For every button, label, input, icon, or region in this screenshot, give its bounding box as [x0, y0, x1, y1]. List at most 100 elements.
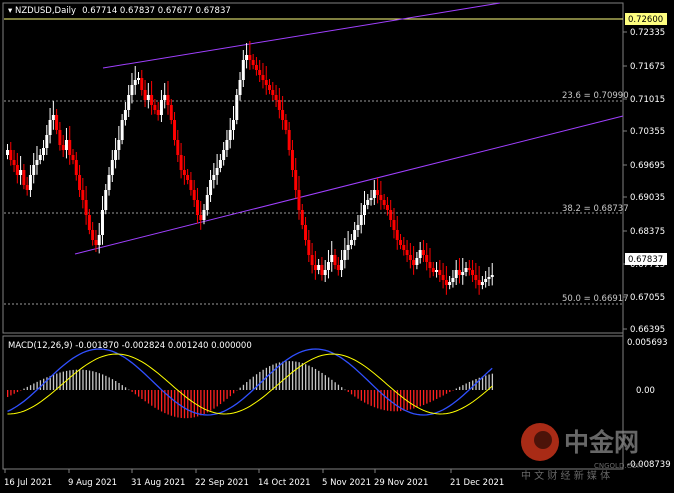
macd-bar: [442, 390, 444, 396]
macd-bar: [439, 390, 441, 398]
candle-body: [317, 265, 321, 270]
candle-body: [156, 110, 160, 115]
price-tick-label: 0.69695: [630, 161, 665, 171]
macd-bar: [403, 390, 405, 411]
macd-bar: [216, 390, 218, 407]
candle-body: [51, 115, 55, 120]
candle-body: [238, 80, 242, 95]
time-tick-label: 29 Nov 2021: [374, 478, 428, 488]
candle-body: [61, 145, 65, 150]
macd-bar: [272, 364, 274, 390]
macd-bar: [226, 390, 228, 399]
macd-bar: [62, 371, 64, 390]
macd-bar: [360, 390, 363, 401]
macd-bar: [354, 390, 356, 397]
candle-body: [418, 250, 422, 258]
candle-body: [372, 190, 376, 198]
candle-body: [104, 190, 108, 210]
macd-bar: [426, 390, 428, 404]
candle-body: [169, 105, 173, 120]
macd-bar: [337, 384, 340, 390]
ohlc-values: 0.67714 0.67837 0.67677 0.67837: [82, 6, 231, 16]
candle-body: [415, 258, 419, 265]
candle-body: [28, 175, 32, 190]
candle-body: [117, 140, 121, 150]
candle-body: [48, 120, 52, 135]
candle-body: [64, 140, 68, 150]
macd-bar: [269, 366, 271, 390]
macd-bar: [236, 390, 238, 391]
candle-body: [294, 170, 298, 190]
candle-body: [251, 60, 255, 65]
candle-body: [258, 70, 262, 75]
candle-body: [441, 275, 445, 280]
candle-body: [395, 230, 399, 240]
macd-bar: [416, 390, 418, 408]
macd-bar: [118, 382, 120, 390]
candle-body: [68, 140, 72, 155]
macd-bar: [429, 390, 431, 403]
candle-body: [241, 60, 245, 80]
macd-bar: [481, 376, 484, 390]
macd-bar: [203, 390, 205, 415]
channel-lower-line[interactable]: [74, 115, 624, 255]
candle-body: [490, 275, 494, 277]
candle-body: [173, 120, 177, 140]
symbol-timeframe: NZDUSD,Daily: [15, 6, 76, 16]
macd-bar: [79, 369, 81, 390]
hline-price-label: 0.72600: [628, 15, 663, 25]
candle-body: [146, 95, 150, 100]
candle-body: [366, 200, 370, 205]
macd-bar: [174, 390, 176, 417]
candle-body: [320, 265, 324, 275]
watermark-brand: 中金网: [564, 428, 639, 457]
candle-body: [215, 168, 219, 175]
time-tick-label: 14 Oct 2021: [258, 478, 311, 488]
candle-body: [438, 270, 442, 275]
candle-body: [330, 255, 334, 262]
candle-body: [448, 282, 452, 285]
candle-body: [340, 260, 344, 270]
macd-bar: [111, 379, 114, 390]
macd-bar: [295, 361, 297, 390]
candle-body: [222, 150, 226, 160]
chart-triangle-icon: ▾: [8, 6, 15, 16]
candle-body: [6, 150, 9, 155]
macd-bar: [29, 385, 32, 390]
candle-body: [15, 165, 19, 175]
candle-body: [480, 282, 484, 285]
macd-title: MACD(12,26,9) -0.001870 -0.002824 0.0012…: [8, 341, 252, 351]
candle-body: [454, 270, 458, 278]
candle-body: [362, 205, 366, 215]
macd-bar: [357, 390, 359, 399]
candle-body: [159, 100, 163, 115]
candle-body: [412, 260, 416, 265]
candle-body: [153, 105, 157, 110]
macd-bar: [59, 372, 61, 390]
chart-header: ▾ NZDUSD,Daily 0.67714 0.67837 0.67677 0.…: [8, 6, 231, 16]
candle-body: [304, 225, 308, 240]
macd-bar: [131, 390, 133, 392]
fib-label-23-6: 23.6 = 0.70990: [562, 91, 629, 101]
candle-body: [461, 272, 465, 275]
candle-body: [471, 270, 475, 275]
macd-bar: [151, 390, 153, 406]
candle-body: [74, 160, 78, 175]
chart-window[interactable]: 23.6 = 0.70990 38.2 = 0.68737 50.0 = 0.6…: [0, 0, 674, 493]
candle-body: [192, 190, 196, 200]
macd-bar: [321, 372, 323, 390]
candle-body: [464, 268, 468, 272]
candle-body: [32, 165, 36, 175]
macd-bar: [13, 390, 15, 394]
candle-body: [182, 170, 186, 175]
macd-bar: [386, 390, 389, 411]
macd-bar: [200, 390, 202, 416]
macd-bar: [101, 374, 104, 390]
candle-body: [254, 65, 258, 70]
cngold-watermark: 中金网 CNGOLD.COM 中 文 财 经 新 媒 体: [521, 423, 643, 482]
time-tick-label: 16 Jul 2021: [4, 478, 52, 488]
macd-bar: [452, 390, 454, 391]
candle-body: [9, 150, 13, 160]
price-axis-labels: 0.72335 0.71675 0.71015 0.70355 0.69695 0.690…: [623, 28, 665, 335]
candle-body: [107, 175, 111, 190]
